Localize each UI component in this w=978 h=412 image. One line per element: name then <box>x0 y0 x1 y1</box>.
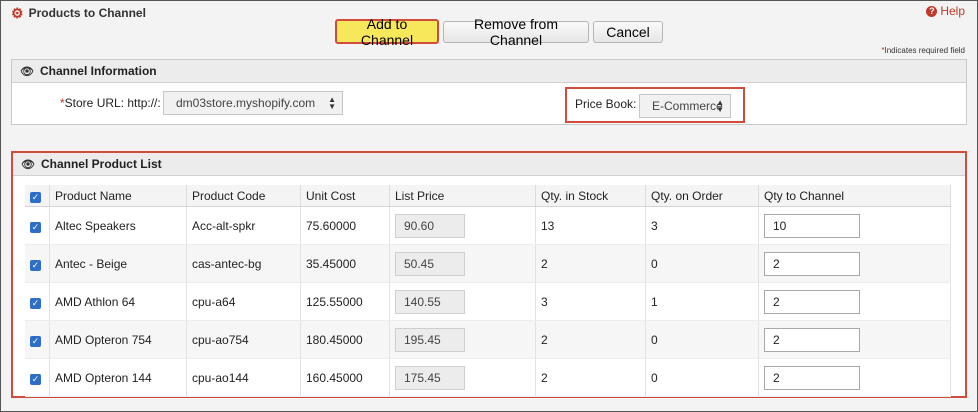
product-name: Altec Speakers <box>49 206 187 245</box>
help-label: Help <box>940 4 965 18</box>
row-checkbox[interactable]: ✓ <box>30 373 41 385</box>
table-row: ✓ AMD Athlon 64 cpu-a64 125.55000 140.55… <box>25 282 951 321</box>
question-circle-icon: ? <box>926 5 938 17</box>
list-price-input[interactable]: 50.45 <box>395 251 465 276</box>
row-checkbox-cell: ✓ <box>25 358 50 397</box>
product-name: AMD Opteron 754 <box>49 320 187 359</box>
qty-on-order: 0 <box>645 358 759 397</box>
qty-on-order: 1 <box>645 282 759 321</box>
table-row: ✓ AMD Opteron 144 cpu-ao144 160.45000 17… <box>25 358 951 397</box>
qty-on-order: 0 <box>645 244 759 283</box>
dialog-frame: ⚙ Products to Channel ? Help Add to Chan… <box>0 0 978 412</box>
qty-to-channel-input[interactable]: 2 <box>764 365 860 390</box>
row-checkbox[interactable]: ✓ <box>30 221 41 233</box>
price-book-label: Price Book: <box>575 97 637 111</box>
product-code: Acc-alt-spkr <box>186 206 301 245</box>
list-price-input[interactable]: 175.45 <box>395 365 465 390</box>
col-qty-to-channel[interactable]: Qty to Channel <box>758 185 951 207</box>
table-row: ✓ AMD Opteron 754 cpu-ao754 180.45000 19… <box>25 320 951 359</box>
qty-in-stock: 13 <box>535 206 646 245</box>
unit-cost: 125.55000 <box>300 282 390 321</box>
product-table: ✓ Product Name Product Code Unit Cost Li… <box>25 185 951 397</box>
price-book-highlight: Price Book: E-Commerce ▲ ▼ <box>565 87 745 123</box>
row-checkbox[interactable]: ✓ <box>30 335 41 347</box>
product-code: cas-antec-bg <box>186 244 301 283</box>
qty-on-order: 3 <box>645 206 759 245</box>
qty-on-order: 0 <box>645 320 759 359</box>
channel-product-list-header[interactable]: 👁 Channel Product List <box>13 153 965 176</box>
row-checkbox-cell: ✓ <box>25 320 50 359</box>
list-price-input[interactable]: 140.55 <box>395 289 465 314</box>
row-checkbox-cell: ✓ <box>25 206 50 245</box>
channel-product-list-panel: 👁 Channel Product List ✓ Product Name Pr… <box>11 151 967 398</box>
product-name: AMD Athlon 64 <box>49 282 187 321</box>
qty-in-stock: 3 <box>535 282 646 321</box>
unit-cost: 35.45000 <box>300 244 390 283</box>
qty-to-channel-cell: 2 <box>758 358 951 397</box>
eye-icon: 👁 <box>20 65 34 78</box>
col-unit-cost[interactable]: Unit Cost <box>300 185 390 207</box>
qty-to-channel-input[interactable]: 2 <box>764 289 860 314</box>
channel-information-panel: 👁 Channel Information *Store URL: http:/… <box>11 59 967 125</box>
page-title: ⚙ Products to Channel <box>11 6 146 20</box>
eye-icon: 👁 <box>21 158 35 171</box>
product-name: AMD Opteron 144 <box>49 358 187 397</box>
list-price-cell: 140.55 <box>389 282 536 321</box>
select-all-checkbox[interactable]: ✓ <box>30 191 41 203</box>
product-table-wrap: ✓ Product Name Product Code Unit Cost Li… <box>25 185 951 397</box>
col-product-code[interactable]: Product Code <box>186 185 301 207</box>
col-qty-on-order[interactable]: Qty. on Order <box>645 185 759 207</box>
channel-information-heading: Channel Information <box>39 64 157 78</box>
list-price-cell: 90.60 <box>389 206 536 245</box>
page-title-text: Products to Channel <box>28 6 146 20</box>
col-list-price[interactable]: List Price <box>389 185 536 207</box>
qty-to-channel-cell: 2 <box>758 244 951 283</box>
list-price-cell: 175.45 <box>389 358 536 397</box>
select-arrows-icon: ▲ ▼ <box>328 95 336 111</box>
product-code: cpu-a64 <box>186 282 301 321</box>
table-row: ✓ Altec Speakers Acc-alt-spkr 75.60000 9… <box>25 206 951 245</box>
remove-from-channel-button[interactable]: Remove from Channel <box>443 16 589 48</box>
product-code: cpu-ao144 <box>186 358 301 397</box>
gears-icon: ⚙ <box>11 5 24 21</box>
qty-in-stock: 2 <box>535 320 646 359</box>
channel-product-list-heading: Channel Product List <box>40 157 162 171</box>
add-to-channel-button[interactable]: Add to Channel <box>335 16 439 48</box>
list-price-cell: 50.45 <box>389 244 536 283</box>
product-name: Antec - Beige <box>49 244 187 283</box>
row-checkbox-cell: ✓ <box>25 244 50 283</box>
unit-cost: 180.45000 <box>300 320 390 359</box>
qty-to-channel-cell: 2 <box>758 282 951 321</box>
table-header-row: ✓ Product Name Product Code Unit Cost Li… <box>25 185 951 207</box>
table-row: ✓ Antec - Beige cas-antec-bg 35.45000 50… <box>25 244 951 283</box>
store-url-select[interactable]: dm03store.myshopify.com ▲ ▼ <box>163 91 343 115</box>
qty-in-stock: 2 <box>535 244 646 283</box>
price-book-select[interactable]: E-Commerce ▲ ▼ <box>639 94 731 118</box>
cancel-button[interactable]: Cancel <box>593 21 663 43</box>
qty-to-channel-cell: 10 <box>758 206 951 245</box>
list-price-input[interactable]: 195.45 <box>395 327 465 352</box>
store-url-label: *Store URL: http://: <box>60 96 161 110</box>
list-price-input[interactable]: 90.60 <box>395 213 465 238</box>
qty-to-channel-input[interactable]: 2 <box>764 327 860 352</box>
qty-in-stock: 2 <box>535 358 646 397</box>
list-price-cell: 195.45 <box>389 320 536 359</box>
select-arrows-icon: ▲ ▼ <box>716 98 724 114</box>
row-checkbox[interactable]: ✓ <box>30 297 41 309</box>
unit-cost: 75.60000 <box>300 206 390 245</box>
qty-to-channel-input[interactable]: 10 <box>764 213 860 238</box>
col-product-name[interactable]: Product Name <box>49 185 187 207</box>
qty-to-channel-input[interactable]: 2 <box>764 251 860 276</box>
unit-cost: 160.45000 <box>300 358 390 397</box>
col-qty-in-stock[interactable]: Qty. in Stock <box>535 185 646 207</box>
row-checkbox[interactable]: ✓ <box>30 259 41 271</box>
product-code: cpu-ao754 <box>186 320 301 359</box>
select-all-cell: ✓ <box>25 185 50 207</box>
qty-to-channel-cell: 2 <box>758 320 951 359</box>
channel-information-header[interactable]: 👁 Channel Information <box>12 60 966 83</box>
help-link[interactable]: ? Help <box>926 4 965 18</box>
row-checkbox-cell: ✓ <box>25 282 50 321</box>
required-note: *Indicates required field <box>881 46 965 55</box>
